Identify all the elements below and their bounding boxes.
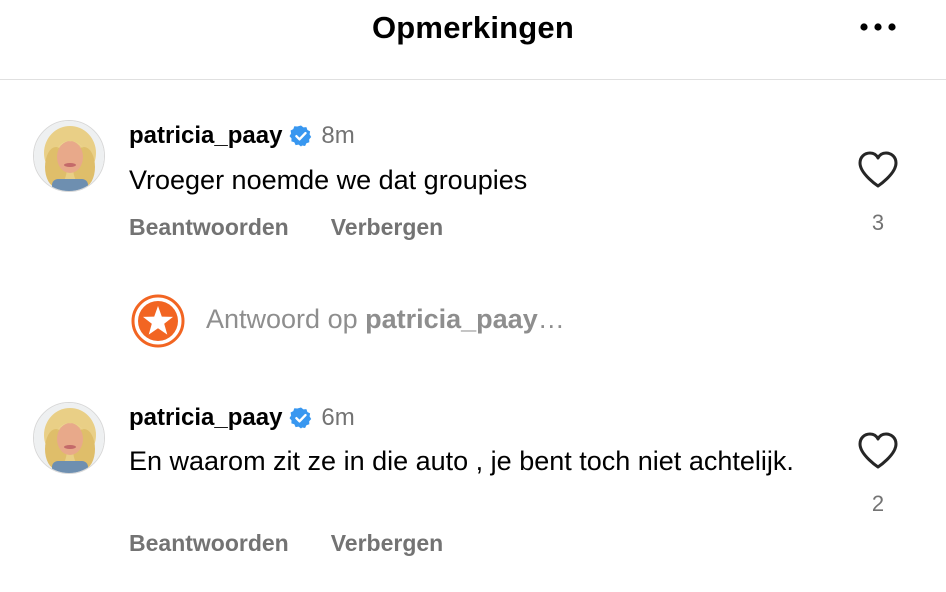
header: Opmerkingen <box>0 0 946 80</box>
star-badge-icon <box>131 294 185 348</box>
reply-button[interactable]: Beantwoorden <box>129 530 289 557</box>
avatar[interactable] <box>33 402 105 474</box>
like-button[interactable] <box>856 150 900 190</box>
comment-actions: Beantwoorden Verbergen <box>129 530 443 557</box>
more-horizontal-icon <box>860 23 896 31</box>
comment-actions: Beantwoorden Verbergen <box>129 214 443 241</box>
more-options-button[interactable] <box>852 10 904 42</box>
hide-button[interactable]: Verbergen <box>331 214 444 241</box>
like-count: 3 <box>871 210 885 235</box>
verified-badge-icon <box>289 124 313 148</box>
reply-composer[interactable]: Antwoord op patricia_paay… <box>0 292 946 350</box>
reply-input[interactable]: Antwoord op patricia_paay… <box>206 304 565 335</box>
heart-icon <box>858 151 898 188</box>
profile-photo <box>34 121 104 191</box>
page-title: Opmerkingen <box>371 10 575 45</box>
profile-photo <box>34 403 104 473</box>
username[interactable]: patricia_paay <box>129 404 282 432</box>
reply-suffix: … <box>537 304 565 334</box>
reply-button[interactable]: Beantwoorden <box>129 214 289 241</box>
hide-button[interactable]: Verbergen <box>331 530 444 557</box>
comment-text: Vroeger noemde we dat groupies <box>129 165 528 195</box>
comment-text: En waarom zit ze in die auto , je bent t… <box>129 446 794 476</box>
timestamp: 6m <box>321 404 355 431</box>
timestamp: 8m <box>321 122 355 149</box>
comment-meta: patricia_paay 6m <box>129 402 355 434</box>
like-button[interactable] <box>856 431 900 471</box>
like-count: 2 <box>871 491 885 516</box>
heart-icon <box>858 432 898 469</box>
verified-badge-icon <box>289 406 313 430</box>
avatar[interactable] <box>33 120 105 192</box>
comment-meta: patricia_paay 8m <box>129 120 355 152</box>
reply-prefix: Antwoord op <box>206 304 366 334</box>
reply-target-username: patricia_paay <box>365 304 538 334</box>
username[interactable]: patricia_paay <box>129 122 282 150</box>
